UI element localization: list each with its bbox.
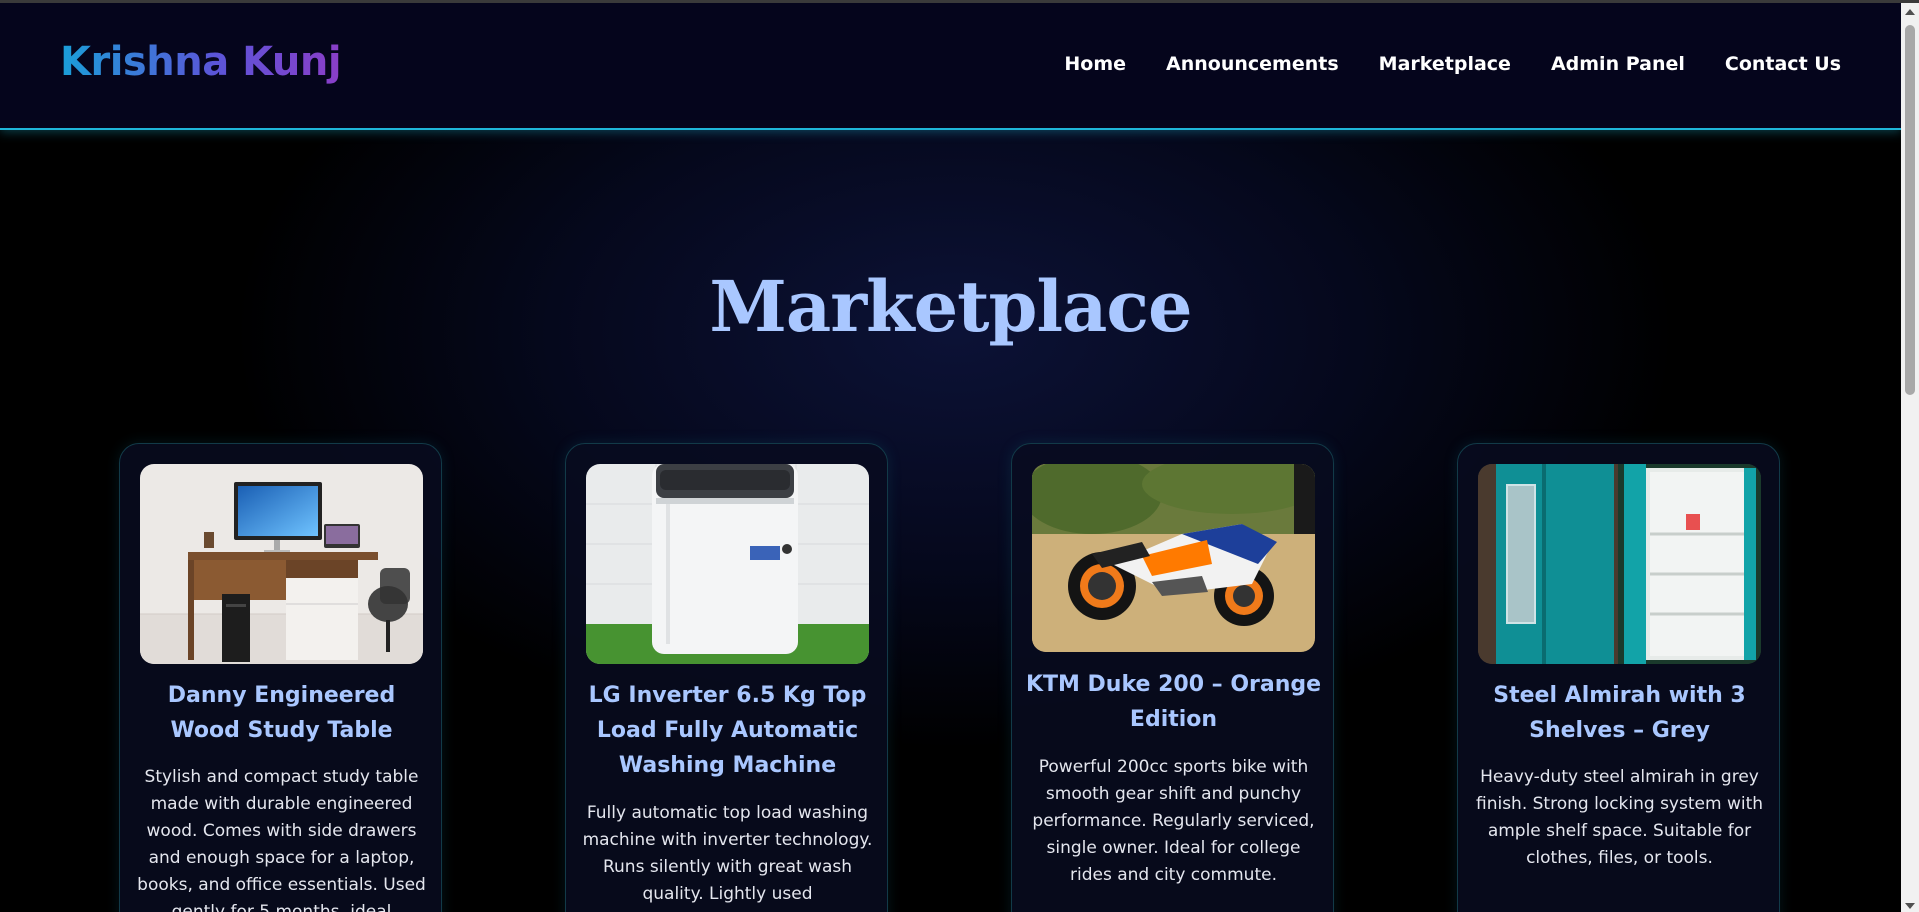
page-title: Marketplace <box>709 265 1192 348</box>
product-description: Fully automatic top load washing machine… <box>582 803 873 904</box>
product-title[interactable]: LG Inverter 6.5 Kg Top Load Fully Automa… <box>578 678 877 783</box>
study-table-photo[interactable] <box>140 464 423 664</box>
nav-link-admin-panel[interactable]: Admin Panel <box>1551 53 1685 75</box>
product-card-washing-machine[interactable]: LG Inverter 6.5 Kg Top Load Fully Automa… <box>565 443 888 912</box>
product-description: Powerful 200cc sports bike with smooth g… <box>1032 757 1315 885</box>
washing-machine-photo[interactable] <box>586 464 869 664</box>
product-title[interactable]: Steel Almirah with 3 Shelves – Grey <box>1470 678 1769 748</box>
product-description: Stylish and compact study table made wit… <box>137 767 426 912</box>
product-card-study-table[interactable]: Danny Engineered Wood Study Table Stylis… <box>119 443 442 912</box>
nav-link-contact-us[interactable]: Contact Us <box>1725 53 1841 75</box>
nav-link-marketplace[interactable]: Marketplace <box>1379 53 1511 75</box>
nav-link-home[interactable]: Home <box>1064 53 1126 75</box>
motorbike-photo[interactable] <box>1032 464 1315 652</box>
navbar: Krishna Kunj Home Announcements Marketpl… <box>0 3 1901 130</box>
scroll-up-arrow-icon[interactable] <box>1905 9 1915 15</box>
product-title[interactable]: Danny Engineered Wood Study Table <box>132 678 431 748</box>
product-card-steel-almirah[interactable]: Steel Almirah with 3 Shelves – Grey Heav… <box>1457 443 1780 912</box>
vertical-scrollbar[interactable] <box>1901 3 1919 912</box>
product-description: Heavy-duty steel almirah in grey finish.… <box>1475 767 1764 868</box>
browser-viewport: Krishna Kunj Home Announcements Marketpl… <box>0 0 1919 912</box>
scroll-thumb[interactable] <box>1905 25 1915 395</box>
site-logo[interactable]: Krishna Kunj <box>60 39 342 85</box>
product-title[interactable]: KTM Duke 200 – Orange Edition <box>1024 667 1323 737</box>
steel-almirah-photo[interactable] <box>1478 464 1761 664</box>
nav-link-announcements[interactable]: Announcements <box>1166 53 1339 75</box>
main-nav: Home Announcements Marketplace Admin Pan… <box>1064 53 1841 75</box>
scroll-down-arrow-icon[interactable] <box>1905 903 1915 909</box>
product-card-motorbike[interactable]: KTM Duke 200 – Orange Edition Powerful 2… <box>1011 443 1334 912</box>
